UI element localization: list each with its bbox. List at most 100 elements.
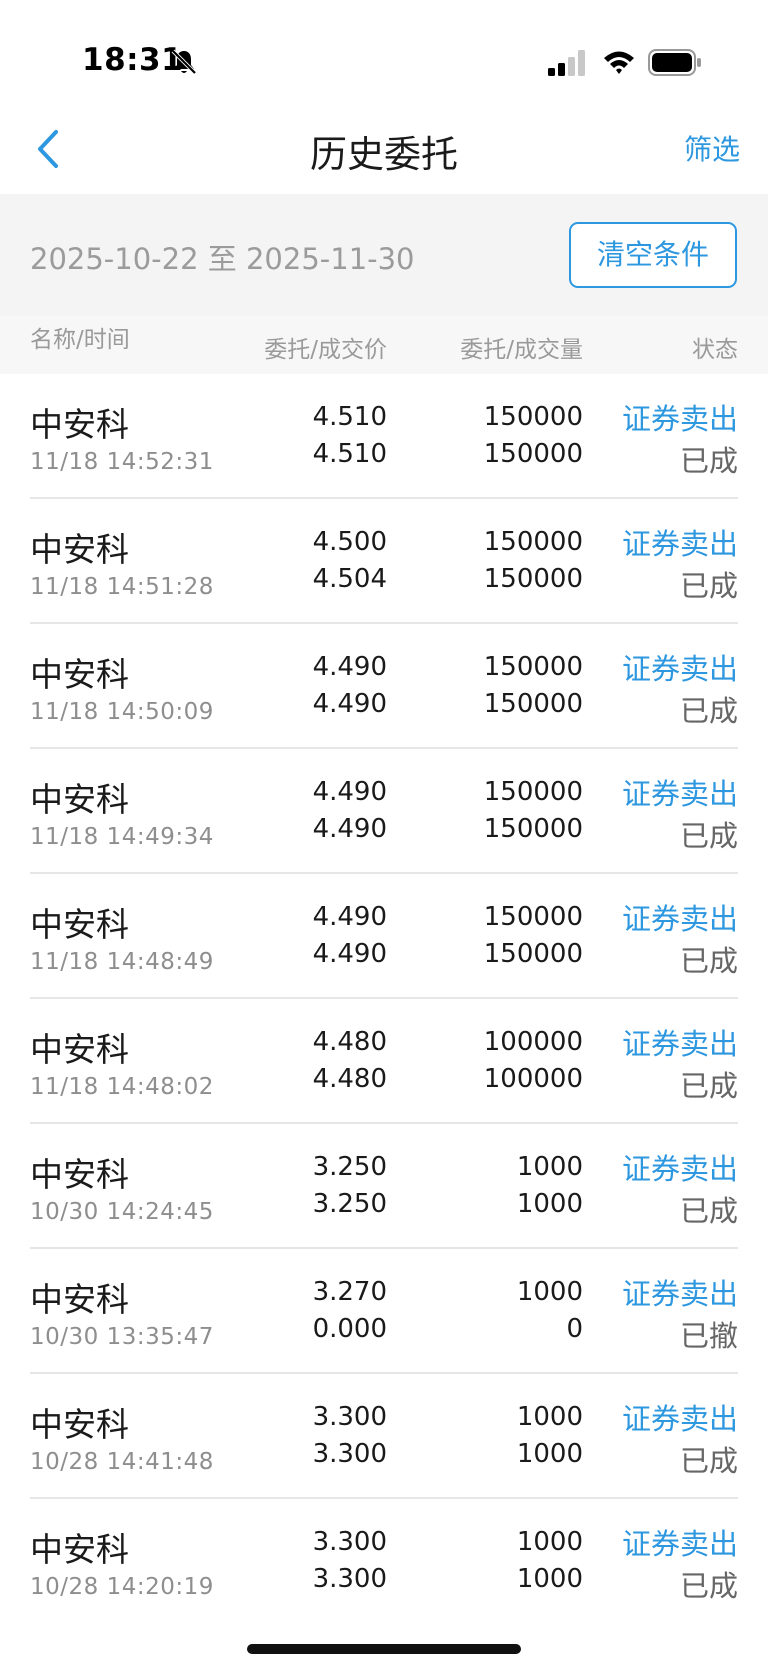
order-time: 11/18 14:49:34 (30, 824, 214, 850)
date-filter-bar: 2025-10-22 至 2025-11-30 清空条件 (0, 194, 768, 316)
order-type: 证券卖出 (621, 1277, 738, 1311)
order-status: 已成 (679, 1194, 738, 1228)
deal-price: 3.250 (312, 1189, 387, 1219)
order-time: 10/28 14:41:48 (30, 1449, 214, 1475)
table-row[interactable]: 中安科 10/28 14:41:48 3.300 3.300 1000 1000… (0, 1374, 768, 1499)
deal-qty: 1000 (516, 1189, 583, 1219)
deal-price: 4.490 (312, 689, 387, 719)
deal-qty: 1000 (516, 1564, 583, 1594)
header-name-time: 名称/时间 (30, 327, 130, 353)
order-status: 已成 (679, 694, 738, 728)
filter-button[interactable]: 筛选 (684, 128, 740, 168)
order-status: 已成 (679, 1444, 738, 1478)
deal-qty: 0 (566, 1314, 583, 1344)
order-price: 4.490 (312, 902, 387, 932)
order-time: 11/18 14:48:49 (30, 949, 214, 975)
deal-price: 4.510 (312, 439, 387, 469)
deal-price: 4.504 (312, 564, 387, 594)
deal-price: 0.000 (312, 1314, 387, 1344)
order-price: 4.510 (312, 402, 387, 432)
table-header: 名称/时间 委托/成交价 委托/成交量 状态 (0, 316, 768, 374)
order-qty: 150000 (483, 902, 583, 932)
deal-price: 4.480 (312, 1064, 387, 1094)
order-price: 4.480 (312, 1027, 387, 1057)
order-qty: 150000 (483, 527, 583, 557)
deal-qty: 150000 (483, 814, 583, 844)
order-type: 证券卖出 (621, 777, 738, 811)
order-price: 3.270 (312, 1277, 387, 1307)
table-row[interactable]: 中安科 10/28 14:20:19 3.300 3.300 1000 1000… (0, 1499, 768, 1624)
stock-name: 中安科 (30, 1030, 129, 1069)
bell-slash-icon (171, 49, 197, 75)
order-time: 11/18 14:48:02 (30, 1074, 214, 1100)
order-qty: 1000 (516, 1402, 583, 1432)
order-status: 已成 (679, 1569, 738, 1603)
order-time: 10/30 13:35:47 (30, 1324, 214, 1350)
page-title: 历史委托 (310, 133, 458, 176)
table-row[interactable]: 中安科 11/18 14:52:31 4.510 4.510 150000 15… (0, 374, 768, 499)
order-qty: 100000 (483, 1027, 583, 1057)
order-type: 证券卖出 (621, 902, 738, 936)
stock-name: 中安科 (30, 1280, 129, 1319)
order-type: 证券卖出 (621, 1527, 738, 1561)
order-type: 证券卖出 (621, 1152, 738, 1186)
order-price: 4.490 (312, 777, 387, 807)
order-type: 证券卖出 (621, 652, 738, 686)
header-price: 委托/成交价 (264, 337, 387, 363)
order-status: 已成 (679, 444, 738, 478)
order-qty: 150000 (483, 652, 583, 682)
deal-qty: 100000 (483, 1064, 583, 1094)
wifi-icon (604, 51, 634, 74)
order-qty: 1000 (516, 1277, 583, 1307)
clear-conditions-button[interactable]: 清空条件 (569, 222, 737, 288)
stock-name: 中安科 (30, 1405, 129, 1444)
order-time: 10/28 14:20:19 (30, 1574, 214, 1600)
stock-name: 中安科 (30, 780, 129, 819)
order-status: 已成 (679, 569, 738, 603)
status-time: 18:31 (82, 42, 184, 78)
header-status: 状态 (692, 337, 738, 363)
home-indicator[interactable] (247, 1644, 521, 1654)
order-qty: 150000 (483, 402, 583, 432)
stock-name: 中安科 (30, 530, 129, 569)
order-status: 已成 (679, 819, 738, 853)
deal-qty: 150000 (483, 689, 583, 719)
deal-price: 4.490 (312, 814, 387, 844)
battery-icon (648, 49, 701, 76)
table-row[interactable]: 中安科 11/18 14:51:28 4.500 4.504 150000 15… (0, 499, 768, 624)
order-time: 11/18 14:50:09 (30, 699, 214, 725)
order-time: 10/30 14:24:45 (30, 1199, 214, 1225)
table-row[interactable]: 中安科 11/18 14:48:02 4.480 4.480 100000 10… (0, 999, 768, 1124)
table-row[interactable]: 中安科 11/18 14:48:49 4.490 4.490 150000 15… (0, 874, 768, 999)
order-status: 已成 (679, 1069, 738, 1103)
order-qty: 1000 (516, 1527, 583, 1557)
table-row[interactable]: 中安科 11/18 14:49:34 4.490 4.490 150000 15… (0, 749, 768, 874)
navigation-bar: 历史委托 筛选 (0, 110, 768, 194)
deal-price: 3.300 (312, 1564, 387, 1594)
order-time: 11/18 14:52:31 (30, 449, 214, 475)
order-qty: 1000 (516, 1152, 583, 1182)
order-status: 已成 (679, 944, 738, 978)
table-row[interactable]: 中安科 11/18 14:50:09 4.490 4.490 150000 15… (0, 624, 768, 749)
table-row[interactable]: 中安科 10/30 14:24:45 3.250 3.250 1000 1000… (0, 1124, 768, 1249)
deal-qty: 1000 (516, 1439, 583, 1469)
deal-qty: 150000 (483, 939, 583, 969)
deal-qty: 150000 (483, 439, 583, 469)
order-price: 3.250 (312, 1152, 387, 1182)
date-range[interactable]: 2025-10-22 至 2025-11-30 (30, 236, 415, 278)
stock-name: 中安科 (30, 1155, 129, 1194)
order-type: 证券卖出 (621, 1027, 738, 1061)
table-row[interactable]: 中安科 10/30 13:35:47 3.270 0.000 1000 0 证券… (0, 1249, 768, 1374)
order-price: 3.300 (312, 1402, 387, 1432)
deal-price: 3.300 (312, 1439, 387, 1469)
header-volume: 委托/成交量 (460, 337, 583, 363)
stock-name: 中安科 (30, 405, 129, 444)
stock-name: 中安科 (30, 905, 129, 944)
deal-price: 4.490 (312, 939, 387, 969)
order-type: 证券卖出 (621, 402, 738, 436)
order-status: 已撤 (679, 1319, 738, 1353)
order-price: 4.490 (312, 652, 387, 682)
stock-name: 中安科 (30, 1530, 129, 1569)
order-qty: 150000 (483, 777, 583, 807)
order-type: 证券卖出 (621, 527, 738, 561)
